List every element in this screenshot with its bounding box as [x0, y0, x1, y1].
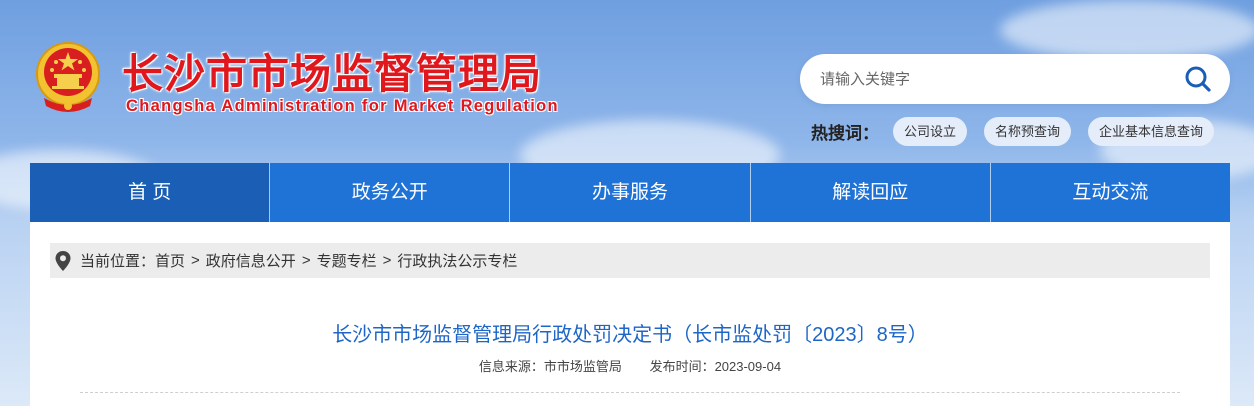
breadcrumb-separator: > — [301, 252, 311, 269]
main-content: 当前位置： 首页 > 政府信息公开 > 专题专栏 > 行政执法公示专栏 长沙市市… — [30, 222, 1230, 406]
breadcrumb-gov-info[interactable]: 政府信息公开 — [206, 250, 296, 271]
search-box — [800, 54, 1230, 104]
search-icon[interactable] — [1184, 65, 1212, 93]
national-emblem-icon — [36, 42, 100, 112]
hot-tag-enterprise-info[interactable]: 企业基本信息查询 — [1088, 117, 1215, 146]
location-pin-icon — [55, 250, 71, 271]
article-meta: 信息来源：市市场监管局 发布时间：2023-09-04 — [30, 356, 1230, 375]
article-publish-date: 发布时间：2023-09-04 — [649, 359, 782, 374]
site-header: 长沙市市场监督管理局 Changsha Administration for M… — [0, 0, 1254, 163]
site-title: 长沙市市场监督管理局 — [122, 50, 542, 98]
breadcrumb-separator: > — [382, 252, 392, 269]
nav-item-interpretation[interactable]: 解读回应 — [751, 163, 991, 222]
breadcrumb-home[interactable]: 首页 — [155, 250, 185, 271]
breadcrumb: 当前位置： 首页 > 政府信息公开 > 专题专栏 > 行政执法公示专栏 — [50, 243, 1210, 278]
article-title: 长沙市市场监督管理局行政处罚决定书（长市监处罚〔2023〕8号） — [332, 324, 928, 346]
article-source: 信息来源：市市场监管局 — [478, 359, 622, 374]
hot-tag-name-precheck[interactable]: 名称预查询 — [984, 117, 1072, 146]
breadcrumb-enforcement[interactable]: 行政执法公示专栏 — [397, 250, 517, 271]
hot-tag-company-setup[interactable]: 公司设立 — [893, 117, 968, 146]
breadcrumb-separator: > — [191, 252, 200, 269]
site-subtitle: Changsha Administration for Market Regul… — [126, 97, 559, 115]
nav-item-home[interactable]: 首 页 — [30, 163, 271, 222]
nav-item-interaction[interactable]: 互动交流 — [991, 163, 1230, 222]
hot-search-label: 热搜词： — [811, 124, 879, 143]
breadcrumb-special-topics[interactable]: 专题专栏 — [317, 250, 377, 271]
main-nav: 首 页 政务公开 办事服务 解读回应 互动交流 — [30, 163, 1230, 222]
divider — [80, 392, 1180, 393]
breadcrumb-prefix: 当前位置： — [80, 253, 156, 270]
nav-item-services[interactable]: 办事服务 — [510, 163, 751, 222]
search-input[interactable] — [820, 54, 1170, 104]
nav-item-government-affairs[interactable]: 政务公开 — [270, 163, 511, 222]
